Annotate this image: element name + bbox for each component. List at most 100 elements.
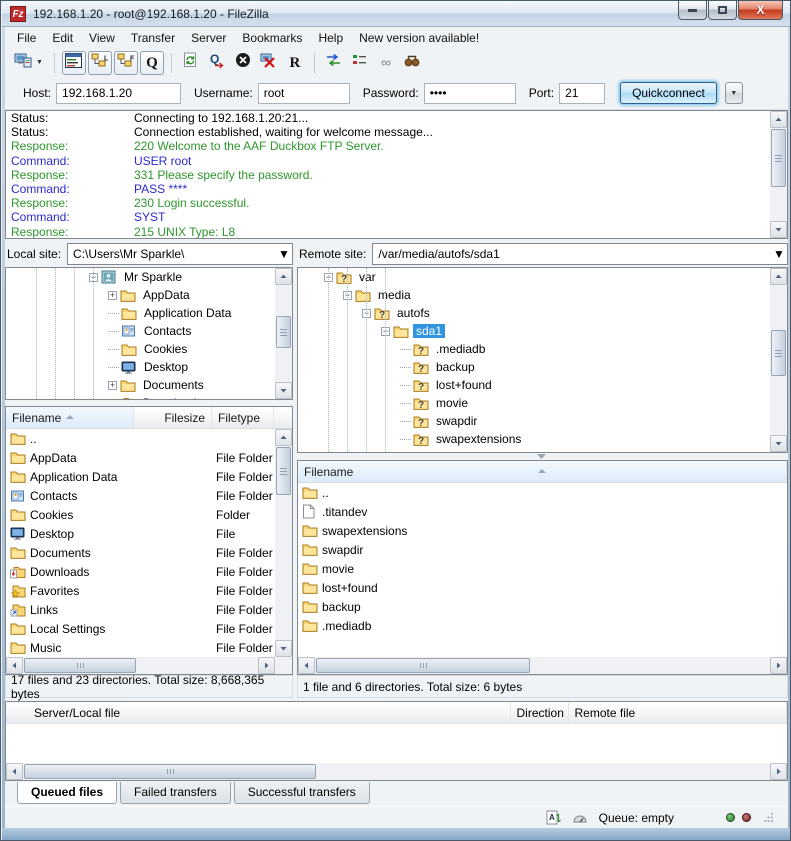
tree-row[interactable]: Application Data (6, 304, 275, 322)
menu-bookmarks[interactable]: Bookmarks (234, 29, 310, 47)
port-input[interactable] (559, 83, 605, 104)
file-row[interactable]: Local SettingsFile Folder (6, 619, 275, 638)
file-row[interactable]: movie (298, 559, 787, 578)
queue-column-header-server-local-file[interactable]: Server/Local file (6, 702, 511, 723)
scroll-left-button[interactable] (298, 657, 315, 674)
tree-row[interactable]: + AppData (6, 286, 275, 304)
tree-label[interactable]: movie (433, 396, 471, 410)
file-row[interactable]: FavoritesFile Folder (6, 581, 275, 600)
tree-label[interactable]: dvd (395, 450, 420, 453)
username-input[interactable] (258, 83, 350, 104)
tree-label[interactable]: media (375, 288, 414, 302)
scroll-down-button[interactable] (770, 221, 787, 238)
tree-row[interactable]: ?.mediadb (298, 340, 770, 358)
resize-grip[interactable] (764, 811, 774, 825)
tree-label[interactable]: Cookies (141, 342, 190, 356)
process-queue-button[interactable]: Q (205, 51, 229, 75)
tree-row[interactable]: Desktop (6, 358, 275, 376)
tree-label-selected[interactable]: sda1 (413, 324, 445, 338)
tree-row[interactable]: −?autofs (298, 304, 770, 322)
toggle-remote-tree-button[interactable]: F (114, 51, 138, 75)
tab-failed-transfers[interactable]: Failed transfers (120, 782, 231, 804)
file-row[interactable]: LinksFile Folder (6, 600, 275, 619)
chevron-down-icon[interactable]: ▼ (32, 59, 47, 66)
file-row[interactable]: backup (298, 597, 787, 616)
file-row[interactable]: ContactsFile Folder (6, 486, 275, 505)
file-row[interactable]: .mediadb (298, 616, 787, 635)
local-tree-vertical-scrollbar[interactable] (275, 268, 292, 399)
file-row[interactable]: .titandev (298, 502, 787, 521)
column-header-filename[interactable]: Filename (298, 461, 787, 482)
site-manager-button[interactable]: ▼ (14, 51, 47, 75)
tree-label[interactable]: Application Data (141, 306, 234, 320)
file-row[interactable]: DownloadsFile Folder (6, 562, 275, 581)
tree-row[interactable]: ?movie (298, 394, 770, 412)
tree-row[interactable]: +Downloads (6, 394, 275, 400)
tab-successful-transfers[interactable]: Successful transfers (234, 782, 370, 804)
menu-view[interactable]: View (81, 29, 123, 47)
local-site-combobox[interactable]: C:\Users\Mr Sparkle\ ▼ (67, 243, 293, 265)
reconnect-button[interactable]: R (283, 51, 307, 75)
scroll-down-button[interactable] (770, 435, 787, 452)
local-list-vertical-scrollbar[interactable] (275, 429, 292, 657)
tree-label[interactable]: AppData (140, 288, 193, 302)
remote-list-horizontal-scrollbar[interactable] (298, 657, 787, 674)
file-row[interactable]: .. (298, 483, 787, 502)
menu-file[interactable]: File (9, 29, 44, 47)
menu-transfer[interactable]: Transfer (123, 29, 183, 47)
maximize-button[interactable] (708, 1, 737, 20)
menu-edit[interactable]: Edit (44, 29, 81, 47)
scroll-right-button[interactable] (770, 763, 787, 780)
tree-row[interactable]: −media (298, 286, 770, 304)
tree-label[interactable]: lost+found (433, 378, 495, 392)
minimize-button[interactable] (678, 1, 707, 20)
quickconnect-button[interactable]: Quickconnect (620, 82, 717, 104)
password-input[interactable] (424, 83, 516, 104)
tree-label[interactable]: Desktop (141, 360, 191, 374)
speed-limits-icon[interactable] (572, 812, 589, 824)
file-row[interactable]: swapdir (298, 540, 787, 559)
scrollbar-thumb[interactable] (771, 129, 786, 187)
synchronized-browsing-button[interactable] (348, 51, 372, 75)
scrollbar-thumb[interactable] (771, 330, 786, 376)
tree-row[interactable]: ?swapdir (298, 412, 770, 430)
remote-site-combobox[interactable]: /var/media/autofs/sda1 ▼ (372, 243, 788, 265)
scrollbar-thumb[interactable] (276, 447, 291, 495)
queue-horizontal-scrollbar[interactable] (6, 763, 787, 780)
tree-label[interactable]: backup (433, 360, 478, 374)
local-list-horizontal-scrollbar[interactable] (6, 657, 275, 674)
close-button[interactable]: X (738, 1, 783, 20)
tree-row[interactable]: −Mr Sparkle (6, 268, 275, 286)
file-row[interactable]: swapextensions (298, 521, 787, 540)
quickconnect-dropdown-button[interactable]: ▼ (725, 82, 743, 104)
toggle-local-tree-button[interactable]: L (88, 51, 112, 75)
file-row[interactable]: DesktopFile (6, 524, 275, 543)
find-button[interactable]: ∞ (374, 51, 398, 75)
host-input[interactable] (56, 83, 181, 104)
scroll-down-button[interactable] (275, 640, 292, 657)
tree-row[interactable]: ?swapextensions (298, 430, 770, 448)
splitter-collapse-arrow[interactable] (537, 454, 546, 459)
filter-button[interactable] (400, 51, 424, 75)
file-row[interactable]: AppDataFile Folder (6, 448, 275, 467)
expand-expander-icon[interactable]: + (108, 399, 117, 401)
scroll-up-button[interactable] (275, 429, 292, 446)
expand-expander-icon[interactable]: + (108, 381, 117, 390)
toggle-queue-button[interactable]: Q (140, 51, 164, 75)
tree-label[interactable]: swapextensions (433, 432, 524, 446)
tree-row[interactable]: ?backup (298, 358, 770, 376)
scroll-up-button[interactable] (770, 268, 787, 285)
scroll-up-button[interactable] (275, 268, 292, 285)
queue-column-header-direction[interactable]: Direction (511, 702, 569, 723)
file-row[interactable]: Application DataFile Folder (6, 467, 275, 486)
tree-row[interactable]: Contacts (6, 322, 275, 340)
scrollbar-thumb[interactable] (276, 316, 291, 348)
scroll-right-button[interactable] (770, 657, 787, 674)
tree-row[interactable]: ?lost+found (298, 376, 770, 394)
cancel-button[interactable] (231, 51, 255, 75)
expand-expander-icon[interactable]: + (108, 291, 117, 300)
remote-tree-vertical-scrollbar[interactable] (770, 268, 787, 452)
scroll-down-button[interactable] (275, 382, 292, 399)
log-vertical-scrollbar[interactable] (770, 111, 787, 238)
tree-row[interactable]: +Documents (6, 376, 275, 394)
